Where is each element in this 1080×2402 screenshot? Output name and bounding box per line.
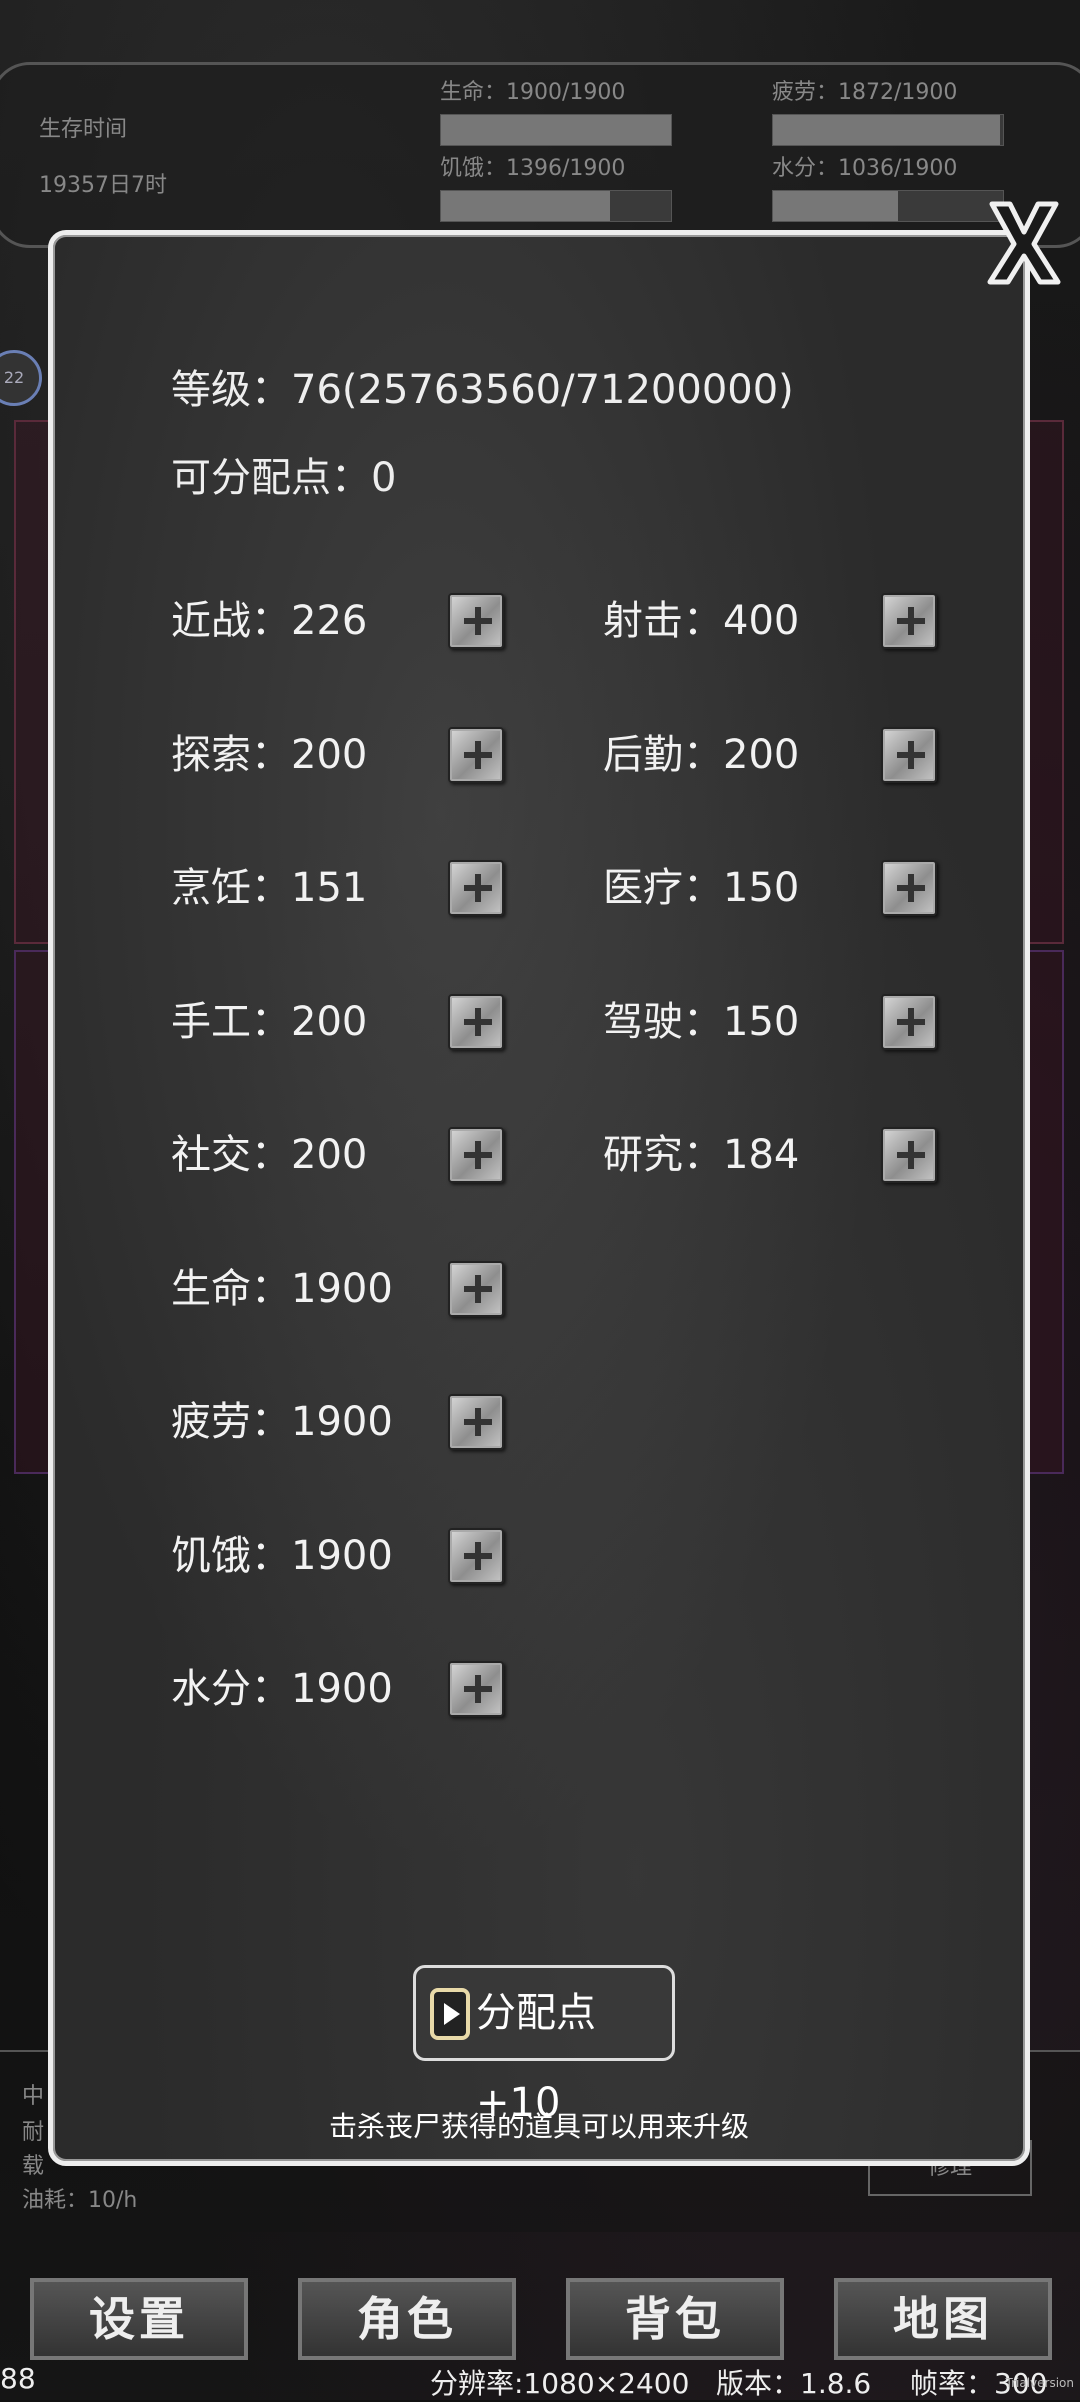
map-button[interactable]: 地图 <box>834 2278 1052 2360</box>
watch-ad-points-button[interactable]: 分配点+10 <box>413 1965 675 2126</box>
info-line: 耐 <box>22 2120 45 2145</box>
attribute-value: 近战：226 <box>171 598 368 644</box>
add-point-button[interactable] <box>881 726 937 783</box>
close-icon[interactable] <box>984 198 1064 288</box>
attribute-value: 射击：400 <box>603 598 800 644</box>
settings-button[interactable]: 设置 <box>30 2278 248 2360</box>
hp-bar <box>440 114 672 146</box>
resolution-text: 分辨率:1080×2400 <box>430 2367 690 2400</box>
fatigue-stat: 疲劳：1872/1900 <box>772 80 958 105</box>
hp-bar-fill <box>441 115 671 145</box>
footer-left-value: 88 <box>0 2362 36 2395</box>
attribute-value: 生命：1900 <box>171 1265 393 1312</box>
add-point-button[interactable] <box>881 993 937 1050</box>
available-points: 可分配点：0 <box>171 455 397 501</box>
attribute-value: 医疗：150 <box>603 865 800 911</box>
add-point-button[interactable] <box>448 726 504 783</box>
attribute-value: 社交：200 <box>171 1132 368 1178</box>
hunger-bar <box>440 190 672 222</box>
attribute-value: 水分：1900 <box>171 1666 393 1712</box>
attribute-value: 烹饪：151 <box>171 865 368 911</box>
add-point-button[interactable] <box>448 993 504 1050</box>
hunger-stat: 饥饿：1396/1900 <box>440 156 626 181</box>
attribute-value: 研究：184 <box>603 1132 800 1178</box>
fatigue-bar-fill <box>773 115 1000 145</box>
trial-watermark: Trialversion <box>1005 2376 1074 2390</box>
fuel-consumption: 油耗：10/h <box>22 2188 138 2213</box>
attribute-dialog: 等级：76(25763560/71200000) 可分配点：0 近战：226 射击… <box>48 230 1030 2166</box>
add-point-button[interactable] <box>448 1394 504 1450</box>
add-point-button[interactable] <box>881 1127 937 1183</box>
footer-bar: 88 分辨率:1080×2400 版本：1.8.6 帧率：300 Trialve… <box>0 2356 1080 2400</box>
survival-time-value: 19357日7时 <box>39 173 167 198</box>
water-bar-fill <box>773 191 899 221</box>
attribute-value: 探索：200 <box>171 731 368 778</box>
attribute-value: 饥饿：1900 <box>171 1532 393 1579</box>
character-button[interactable]: 角色 <box>298 2278 516 2360</box>
add-point-button[interactable] <box>448 1260 504 1317</box>
add-point-button[interactable] <box>448 593 504 649</box>
add-point-button[interactable] <box>448 1127 504 1183</box>
upgrade-tip: 击杀丧尸获得的道具可以用来升级 <box>328 2110 749 2143</box>
add-point-button[interactable] <box>448 1661 504 1717</box>
water-stat: 水分：1036/1900 <box>772 156 958 181</box>
attribute-value: 手工：200 <box>171 998 368 1045</box>
attribute-value: 疲劳：1900 <box>171 1399 393 1445</box>
version-text: 版本：1.8.6 <box>716 2367 872 2400</box>
level-text: 等级：76(25763560/71200000) <box>171 367 794 413</box>
hunger-bar-fill <box>441 191 611 221</box>
info-line: 载 <box>22 2154 45 2179</box>
survival-time-label: 生存时间 <box>39 117 128 142</box>
water-bar <box>772 190 1004 222</box>
add-point-button[interactable] <box>448 860 504 916</box>
backpack-button[interactable]: 背包 <box>566 2278 784 2360</box>
add-point-button[interactable] <box>881 593 937 649</box>
attribute-value: 后勤：200 <box>603 731 800 778</box>
info-line: 中 <box>22 2084 45 2109</box>
add-point-button[interactable] <box>448 1527 504 1584</box>
add-point-button[interactable] <box>881 860 937 916</box>
play-video-icon <box>430 1988 470 2040</box>
attribute-value: 驾驶：150 <box>603 998 800 1045</box>
fatigue-bar <box>772 114 1004 146</box>
hp-stat: 生命：1900/1900 <box>440 80 626 105</box>
